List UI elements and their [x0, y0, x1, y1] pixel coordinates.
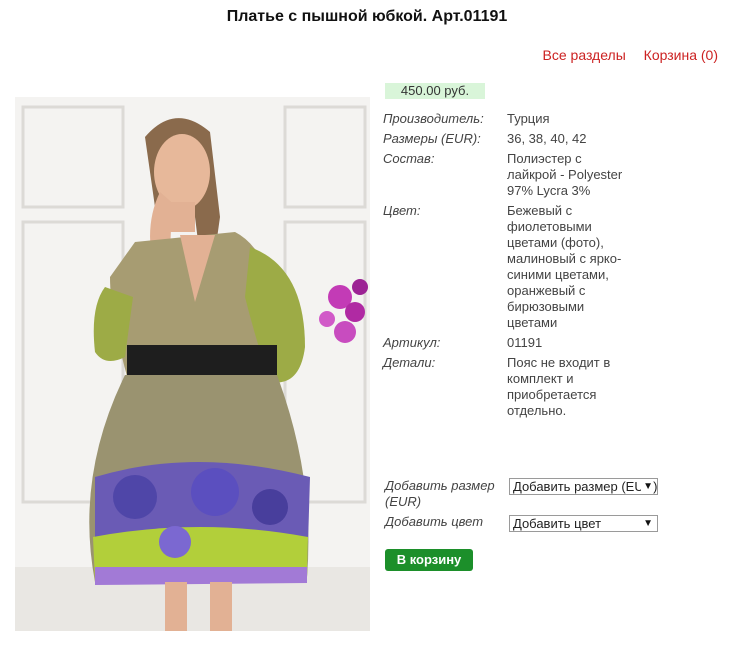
price-badge: 450.00 руб. — [385, 83, 485, 99]
cart-link[interactable]: Корзина (0) — [644, 47, 718, 63]
spec-value: Бежевый с фиолетовыми цветами (фото), ма… — [507, 203, 622, 330]
spec-label: Артикул: — [383, 335, 441, 350]
spec-row-composition: Состав: Полиэстер с лайкрой - Polyester … — [383, 151, 631, 203]
top-nav: Все разделы Корзина (0) — [529, 47, 718, 63]
dress-illustration — [15, 97, 370, 631]
spec-value: Полиэстер с лайкрой - Polyester 97% Lycr… — [507, 151, 623, 198]
spec-row-sizes: Размеры (EUR): 36, 38, 40, 42 — [383, 131, 631, 151]
add-color-label: Добавить цвет — [385, 514, 484, 529]
spec-value: Пояс не входит в комплект и приобретаетс… — [507, 355, 611, 418]
spec-row-color: Цвет: Бежевый с фиолетовыми цветами (фот… — [383, 203, 631, 335]
spec-value: Турция — [507, 111, 550, 126]
product-photo[interactable] — [15, 97, 370, 631]
spec-row-article: Артикул: 01191 — [383, 335, 631, 355]
spec-label: Размеры (EUR): — [383, 131, 481, 146]
add-to-cart-button[interactable]: В корзину — [385, 549, 473, 571]
spec-value: 01191 — [507, 335, 543, 350]
spec-label: Состав: — [383, 151, 435, 166]
color-select[interactable]: Добавить цвет ▼ — [509, 515, 658, 532]
page-title: Платье с пышной юбкой. Арт.01191 — [226, 8, 508, 25]
spec-value: 36, 38, 40, 42 — [507, 131, 587, 146]
size-select-value: Добавить размер (EUR) — [513, 479, 658, 494]
all-sections-link[interactable]: Все разделы — [543, 47, 626, 63]
spec-row-manufacturer: Производитель: Турция — [383, 111, 631, 131]
dropdown-arrow-icon: ▼ — [641, 479, 653, 494]
spec-label: Детали: — [383, 355, 436, 370]
color-select-value: Добавить цвет — [513, 516, 602, 531]
spec-label: Производитель: — [383, 111, 484, 126]
dropdown-arrow-icon: ▼ — [641, 516, 653, 531]
size-select[interactable]: Добавить размер (EUR) ▼ — [509, 478, 658, 495]
product-specs: Производитель: Турция Размеры (EUR): 36,… — [383, 111, 631, 423]
spec-label: Цвет: — [383, 203, 421, 218]
add-size-label: Добавить размер (EUR) — [385, 478, 495, 509]
spec-row-details: Детали: Пояс не входит в комплект и прио… — [383, 355, 631, 423]
